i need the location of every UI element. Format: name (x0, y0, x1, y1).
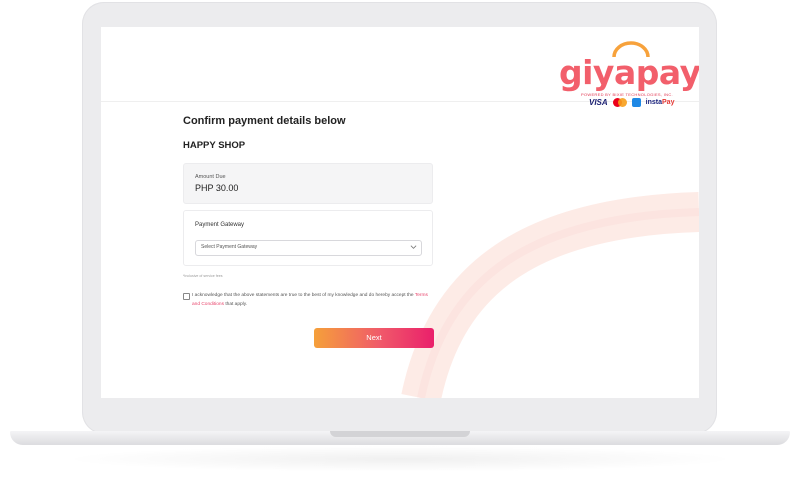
bank-icon (631, 97, 641, 107)
gateway-select-placeholder: Select Payment Gateway (201, 244, 258, 250)
laptop-screen: giyapay POWERED BY BIXIE TECHNOLOGIES, I… (101, 27, 699, 398)
amount-card: Amount Due PHP 30.00 (183, 163, 433, 204)
acknowledgement-text: I acknowledge that the above statements … (192, 293, 428, 307)
amount-value: PHP 30.00 (195, 183, 239, 193)
chevron-down-icon (410, 245, 417, 249)
next-button[interactable]: Next (314, 328, 434, 348)
gateway-select[interactable]: Select Payment Gateway (195, 240, 422, 256)
amount-label: Amount Due (195, 174, 226, 180)
fee-note: *Inclusive of service fees (183, 274, 223, 278)
logo-text: giyapay (559, 53, 699, 92)
gateway-card: Payment Gateway Select Payment Gateway (183, 210, 433, 266)
instapay-logo: instaPay (645, 98, 675, 106)
laptop-notch (330, 431, 470, 437)
page-title: Confirm payment details below (183, 115, 346, 127)
visa-logo: VISA (589, 97, 608, 107)
acknowledge-checkbox[interactable] (183, 293, 190, 300)
mastercard-icon (612, 97, 627, 107)
payment-methods: VISA instaPay (589, 95, 679, 109)
laptop-shadow (60, 446, 740, 472)
payment-form: Confirm payment details below HAPPY SHOP… (183, 115, 433, 307)
merchant-name: HAPPY SHOP (183, 140, 246, 151)
gateway-label: Payment Gateway (195, 222, 245, 228)
